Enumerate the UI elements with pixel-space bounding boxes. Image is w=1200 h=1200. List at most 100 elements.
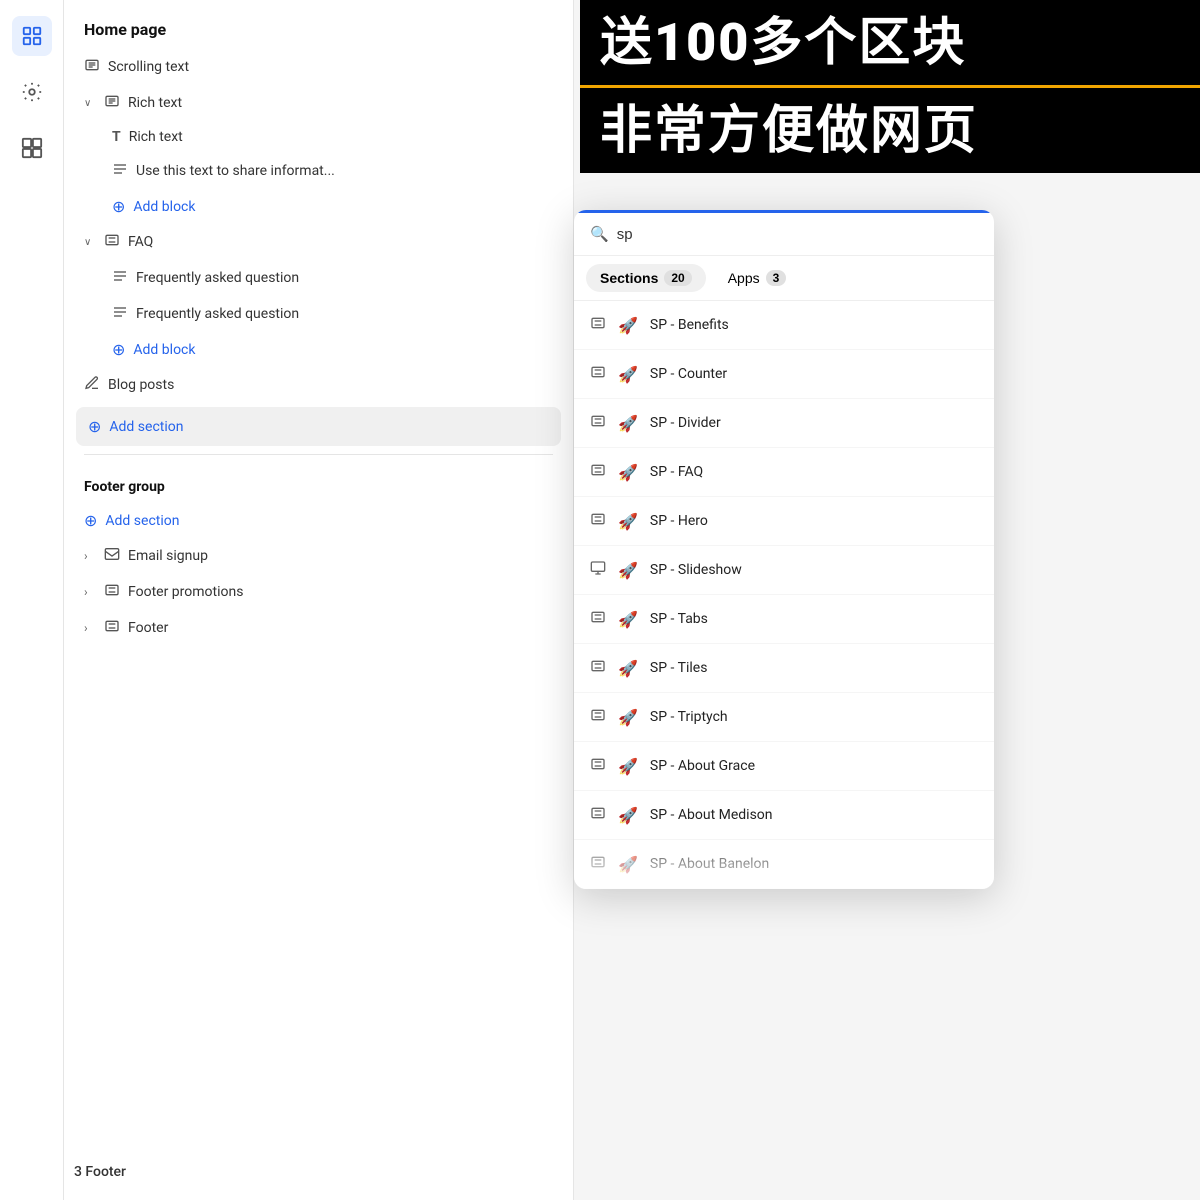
add-section-footer-icon: ⊕ <box>84 511 97 530</box>
rich-text-parent-label: Rich text <box>128 95 553 111</box>
result-icon-about-grace <box>590 756 606 776</box>
tree-item-scrolling-text[interactable]: Scrolling text <box>64 49 573 85</box>
tab-sections[interactable]: Sections 20 <box>586 264 706 292</box>
result-label-triptych: SP - Triptych <box>650 709 728 725</box>
tree-item-faq-child-1[interactable]: Frequently asked question <box>64 260 573 296</box>
result-label-about-medison: SP - About Medison <box>650 807 773 823</box>
result-icon-faq <box>590 462 606 482</box>
footer-promotions-icon <box>104 582 120 602</box>
banner-line2: 非常方便做网页 <box>580 88 1200 173</box>
tree-item-footer-promotions[interactable]: › Footer promotions <box>64 574 573 610</box>
tab-bar: Sections 20 Apps 3 <box>574 256 994 301</box>
result-emoji-about-grace: 🚀 <box>618 757 638 776</box>
rich-text-title-label: Rich text <box>129 129 553 145</box>
email-signup-icon <box>104 546 120 566</box>
result-emoji-tiles: 🚀 <box>618 659 638 678</box>
tab-apps[interactable]: Apps 3 <box>714 264 801 292</box>
rich-text-parent-icon <box>104 93 120 113</box>
add-block-richtext[interactable]: ⊕ Add block <box>64 189 573 224</box>
add-block-faq[interactable]: ⊕ Add block <box>64 332 573 367</box>
add-block-faq-label: Add block <box>133 342 553 358</box>
result-icon-divider <box>590 413 606 433</box>
result-label-tiles: SP - Tiles <box>650 660 708 676</box>
result-sp-slideshow[interactable]: 🚀 SP - Slideshow <box>574 546 994 595</box>
rich-text-desc-label: Use this text to share informat... <box>136 163 553 179</box>
tree-item-rich-text-desc[interactable]: Use this text to share informat... <box>64 153 573 189</box>
rich-text-desc-icon <box>112 161 128 181</box>
result-icon-counter <box>590 364 606 384</box>
faq-child1-label: Frequently asked question <box>136 270 553 286</box>
result-sp-hero[interactable]: 🚀 SP - Hero <box>574 497 994 546</box>
tab-apps-label: Apps <box>728 270 760 286</box>
result-sp-faq[interactable]: 🚀 SP - FAQ <box>574 448 994 497</box>
tab-apps-count: 3 <box>766 270 787 286</box>
tree-item-footer[interactable]: › Footer <box>64 610 573 646</box>
result-label-faq: SP - FAQ <box>650 464 703 480</box>
scrolling-text-icon <box>84 57 100 77</box>
faq-parent-label: FAQ <box>128 234 553 250</box>
result-sp-divider[interactable]: 🚀 SP - Divider <box>574 399 994 448</box>
result-emoji-slideshow: 🚀 <box>618 561 638 580</box>
footer-label: Footer <box>128 620 553 636</box>
faq-child2-icon <box>112 304 128 324</box>
sidebar-icon-layers[interactable] <box>12 16 52 56</box>
result-icon-triptych <box>590 707 606 727</box>
result-icon-slideshow <box>590 560 606 580</box>
result-label-about-banelon: SP - About Banelon <box>650 856 769 872</box>
add-section-icon: ⊕ <box>88 417 101 436</box>
result-sp-benefits[interactable]: 🚀 SP - Benefits <box>574 301 994 350</box>
result-icon-tiles <box>590 658 606 678</box>
footer-group-header: Footer group <box>64 463 573 503</box>
result-sp-about-medison[interactable]: 🚀 SP - About Medison <box>574 791 994 840</box>
footer-tab-container: 3 Footer <box>74 1164 126 1180</box>
tree-item-faq-child-2[interactable]: Frequently asked question <box>64 296 573 332</box>
result-sp-tabs[interactable]: 🚀 SP - Tabs <box>574 595 994 644</box>
result-icon-about-medison <box>590 805 606 825</box>
add-block-faq-icon: ⊕ <box>112 340 125 359</box>
result-label-benefits: SP - Benefits <box>650 317 729 333</box>
result-label-divider: SP - Divider <box>650 415 721 431</box>
scrolling-text-label: Scrolling text <box>108 59 553 75</box>
footer-promotions-label: Footer promotions <box>128 584 553 600</box>
rich-text-chevron: ∨ <box>84 98 96 109</box>
footer-promotions-chevron: › <box>84 585 96 599</box>
divider <box>84 454 553 455</box>
blog-posts-icon <box>84 375 100 395</box>
result-icon-tabs <box>590 609 606 629</box>
footer-tab-label: 3 Footer <box>74 1164 126 1180</box>
faq-child1-icon <box>112 268 128 288</box>
result-sp-triptych[interactable]: 🚀 SP - Triptych <box>574 693 994 742</box>
tree-item-rich-text-title[interactable]: T Rich text <box>64 121 573 153</box>
result-emoji-benefits: 🚀 <box>618 316 638 335</box>
result-label-slideshow: SP - Slideshow <box>650 562 742 578</box>
footer-chevron: › <box>84 621 96 635</box>
search-box: 🔍 sp <box>574 213 994 256</box>
faq-parent-icon <box>104 232 120 252</box>
tree-item-email-signup[interactable]: › Email signup <box>64 538 573 574</box>
tree-item-rich-text-parent[interactable]: ∨ Rich text <box>64 85 573 121</box>
add-section-main[interactable]: ⊕ Add section <box>76 407 561 446</box>
page-title: Home page <box>64 0 573 49</box>
result-sp-counter[interactable]: 🚀 SP - Counter <box>574 350 994 399</box>
tree-item-faq-parent[interactable]: ∨ FAQ <box>64 224 573 260</box>
search-icon: 🔍 <box>590 225 609 243</box>
tree-item-blog-posts[interactable]: Blog posts <box>64 367 573 403</box>
result-emoji-tabs: 🚀 <box>618 610 638 629</box>
left-sidebar <box>0 0 64 1200</box>
result-icon-hero <box>590 511 606 531</box>
result-label-hero: SP - Hero <box>650 513 708 529</box>
sidebar-icon-blocks[interactable] <box>12 128 52 168</box>
result-sp-about-grace[interactable]: 🚀 SP - About Grace <box>574 742 994 791</box>
email-signup-label: Email signup <box>128 548 553 564</box>
add-section-footer[interactable]: ⊕ Add section <box>64 503 573 538</box>
result-sp-tiles[interactable]: 🚀 SP - Tiles <box>574 644 994 693</box>
add-block-rt-icon: ⊕ <box>112 197 125 216</box>
search-input[interactable]: sp <box>617 226 978 243</box>
sidebar-icon-settings[interactable] <box>12 72 52 112</box>
add-block-rt-label: Add block <box>133 199 553 215</box>
result-label-about-grace: SP - About Grace <box>650 758 755 774</box>
email-signup-chevron: › <box>84 549 96 563</box>
result-emoji-about-banelon: 🚀 <box>618 855 638 874</box>
result-icon-about-banelon <box>590 854 606 874</box>
result-sp-about-banelon[interactable]: 🚀 SP - About Banelon <box>574 840 994 889</box>
